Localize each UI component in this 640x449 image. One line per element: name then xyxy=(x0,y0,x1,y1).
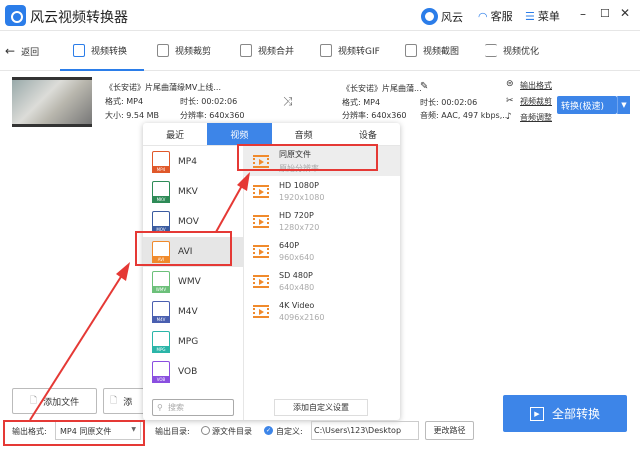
annotation-arrows xyxy=(29,172,250,421)
arrow-head-2 xyxy=(237,172,250,191)
arrow-head-1 xyxy=(116,262,130,281)
arrow-line-2 xyxy=(215,181,245,233)
arrow-line-1 xyxy=(29,271,125,421)
